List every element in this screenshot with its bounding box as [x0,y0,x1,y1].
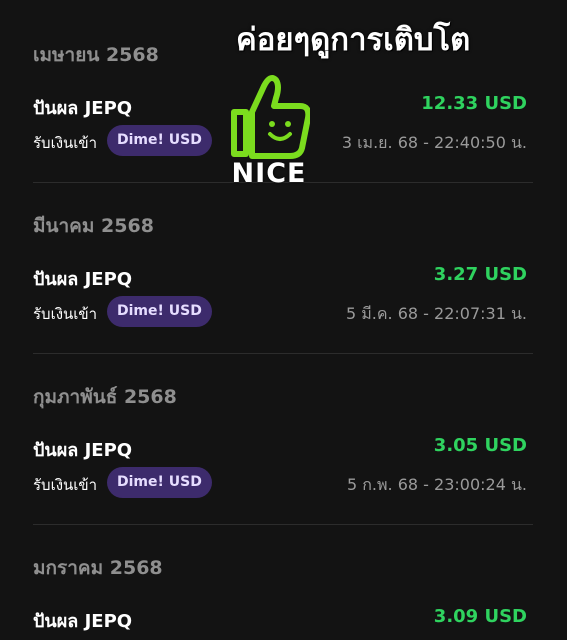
transaction-type: รับเงินเข้า [33,476,98,494]
transaction-amount: 12.33 USD [421,93,527,114]
thumbs-up-icon [231,75,310,159]
transaction-amount: 3.05 USD [433,435,527,456]
account-badge: Dime! USD [107,125,212,156]
divider [33,524,533,525]
account-badge: Dime! USD [107,296,212,327]
transaction-datetime: 3 เม.ย. 68 - 22:40:50 น. [341,133,527,152]
month-header: มกราคม 2568 [33,557,163,579]
transaction-amount: 3.27 USD [433,264,527,285]
transaction-title[interactable]: ปันผล JEPQ [33,435,132,464]
divider [33,353,533,354]
month-header: กุมภาพันธ์ 2568 [33,386,177,408]
transaction-title[interactable]: ปันผล JEPQ [33,93,132,122]
transaction-title[interactable]: ปันผล JEPQ [33,264,132,293]
account-badge: Dime! USD [107,467,212,498]
transaction-type: รับเงินเข้า [33,305,98,323]
month-header: เมษายน 2568 [33,44,159,66]
overlay-caption: ค่อยๆดูการเติบโต [236,22,471,58]
transaction-datetime: 5 ก.พ. 68 - 23:00:24 น. [346,475,527,494]
sticker-label: NICE [231,158,307,189]
transaction-title[interactable]: ปันผล JEPQ [33,606,132,635]
nice-sticker: NICE [226,72,312,190]
month-header: มีนาคม 2568 [33,215,154,237]
transaction-type: รับเงินเข้า [33,134,98,152]
transaction-datetime: 5 มี.ค. 68 - 22:07:31 น. [345,304,527,323]
transaction-amount: 3.09 USD [433,606,527,627]
